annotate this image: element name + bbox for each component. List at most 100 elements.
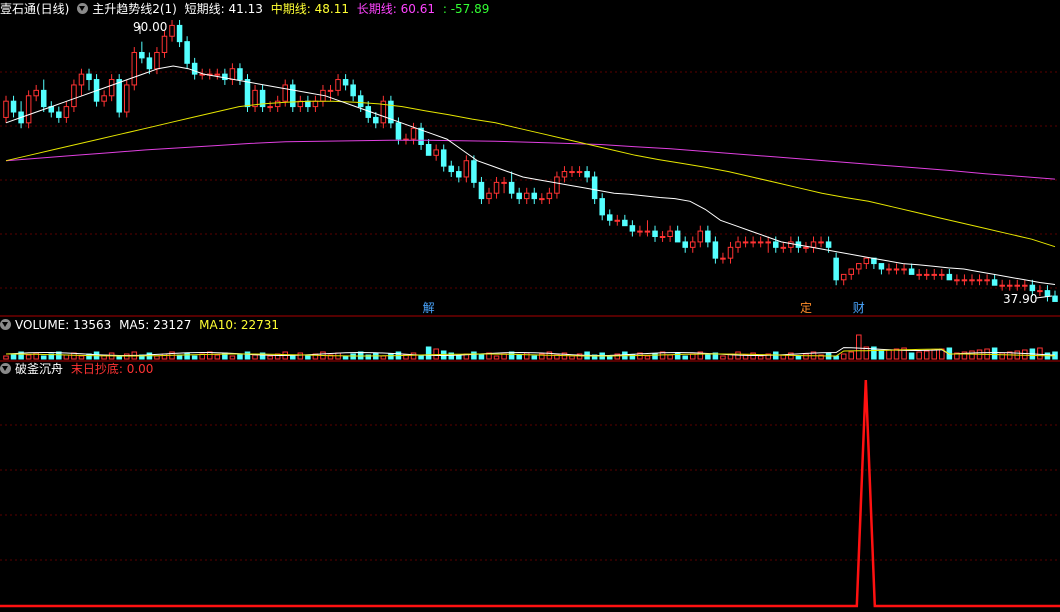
volume-bar bbox=[705, 354, 711, 360]
candle-body bbox=[116, 79, 122, 113]
candle-body bbox=[312, 100, 319, 108]
volume-bar bbox=[237, 353, 243, 360]
candle-body bbox=[637, 230, 643, 233]
candle-body bbox=[425, 143, 432, 156]
candle-body bbox=[191, 62, 198, 75]
volume-bar bbox=[252, 354, 258, 360]
indicator-menu-icon[interactable] bbox=[77, 3, 89, 14]
candle-body bbox=[531, 192, 538, 200]
candle-body bbox=[71, 84, 77, 108]
candle-body bbox=[840, 273, 847, 281]
short-line-label: 短期线: 41.13 bbox=[184, 2, 263, 16]
candle-body bbox=[229, 68, 236, 81]
candle-body bbox=[848, 268, 855, 275]
indicator-name[interactable]: 主升趋势线2(1) bbox=[92, 2, 177, 16]
candle-body bbox=[931, 273, 938, 276]
candle-body bbox=[1044, 290, 1051, 297]
volume-bar bbox=[214, 354, 221, 360]
candle-body bbox=[697, 230, 704, 243]
candle-body bbox=[516, 192, 522, 200]
candle-body bbox=[727, 246, 734, 259]
candle-body bbox=[599, 198, 605, 216]
lower-series-label: 末日抄底: 0.00 bbox=[70, 362, 154, 376]
candle-body bbox=[1029, 284, 1036, 292]
candle-body bbox=[644, 230, 651, 233]
candle-body bbox=[161, 35, 168, 53]
volume-bar bbox=[757, 355, 764, 360]
mid-line-label: 中期线: 48.11 bbox=[270, 2, 349, 16]
candle-body bbox=[108, 79, 115, 97]
candle-body bbox=[939, 273, 945, 276]
candle-body bbox=[629, 225, 636, 232]
candle-body bbox=[614, 219, 621, 222]
volume-bar bbox=[878, 350, 885, 360]
candle-body bbox=[1006, 284, 1013, 287]
candle-body bbox=[486, 192, 492, 200]
candle-body bbox=[856, 263, 862, 270]
candle-body bbox=[282, 84, 288, 102]
volume-bar bbox=[667, 354, 673, 360]
candle-body bbox=[916, 273, 922, 276]
volume-bar bbox=[350, 353, 356, 360]
candle-body bbox=[327, 89, 334, 92]
candle-body bbox=[976, 279, 983, 282]
candle-body bbox=[478, 181, 485, 200]
main-panel-header: 壹石通(日线) 主升趋势线2(1) 短期线: 41.13 中期线: 48.11 … bbox=[0, 0, 493, 18]
candle-body bbox=[244, 79, 251, 108]
candle-body bbox=[712, 241, 719, 259]
candle-body bbox=[237, 68, 243, 81]
candle-body bbox=[493, 181, 500, 194]
event-marker[interactable]: 财 bbox=[853, 301, 865, 315]
volume-bar bbox=[305, 355, 311, 360]
candle-body bbox=[833, 257, 839, 281]
candle-body bbox=[674, 230, 681, 243]
candle-body bbox=[169, 24, 175, 37]
event-marker[interactable]: 定 bbox=[800, 301, 812, 315]
stock-chart-window: 壹石通(日线) 主升趋势线2(1) 短期线: 41.13 中期线: 48.11 … bbox=[0, 0, 1060, 612]
volume-bar bbox=[78, 355, 85, 360]
volume-menu-icon[interactable] bbox=[0, 319, 11, 330]
volume-bar bbox=[380, 355, 387, 360]
ma-short-line bbox=[5, 65, 1056, 285]
volume-bar bbox=[229, 355, 236, 360]
volume-bar bbox=[425, 346, 432, 360]
candle-body bbox=[1037, 290, 1043, 293]
candle-body bbox=[622, 219, 628, 227]
event-marker[interactable]: 解 bbox=[423, 301, 435, 315]
volume-bar bbox=[569, 355, 575, 360]
volume-bar bbox=[795, 355, 802, 360]
volume-bar bbox=[154, 355, 160, 360]
candle-body bbox=[267, 106, 273, 109]
candle-body bbox=[305, 100, 311, 108]
candle-body bbox=[720, 257, 726, 260]
candle-body bbox=[274, 100, 281, 108]
volume-bar bbox=[25, 354, 32, 360]
volume-bar bbox=[886, 349, 892, 360]
candle-body bbox=[954, 279, 960, 282]
lower-panel-header: 破釜沉舟 末日抄底: 0.00 bbox=[0, 360, 157, 378]
candle-body bbox=[705, 230, 711, 243]
candle-body bbox=[1014, 284, 1021, 287]
extra-value-label: : -57.89 bbox=[442, 2, 490, 16]
candle-body bbox=[357, 95, 364, 108]
candle-body bbox=[569, 171, 575, 174]
volume-bar bbox=[191, 355, 198, 360]
volume-bar bbox=[931, 349, 938, 360]
volume-bar bbox=[433, 348, 439, 360]
volume-ma10: MA10: 22731 bbox=[199, 318, 280, 332]
volume-bar bbox=[3, 355, 9, 360]
candle-body bbox=[554, 176, 560, 194]
candle-body bbox=[735, 241, 741, 248]
volume-bar bbox=[471, 351, 477, 360]
candle-body bbox=[395, 122, 402, 140]
candle-body bbox=[773, 241, 779, 248]
lower-menu-icon[interactable] bbox=[0, 363, 11, 374]
candle-body bbox=[523, 192, 530, 200]
volume-bar bbox=[244, 351, 251, 360]
volume-ma5: MA5: 23127 bbox=[119, 318, 192, 332]
candle-body bbox=[350, 84, 356, 97]
volume-bar bbox=[493, 355, 500, 360]
candle-body bbox=[3, 100, 9, 118]
low-price-pointer bbox=[1035, 295, 1053, 299]
candle-body bbox=[810, 241, 817, 248]
